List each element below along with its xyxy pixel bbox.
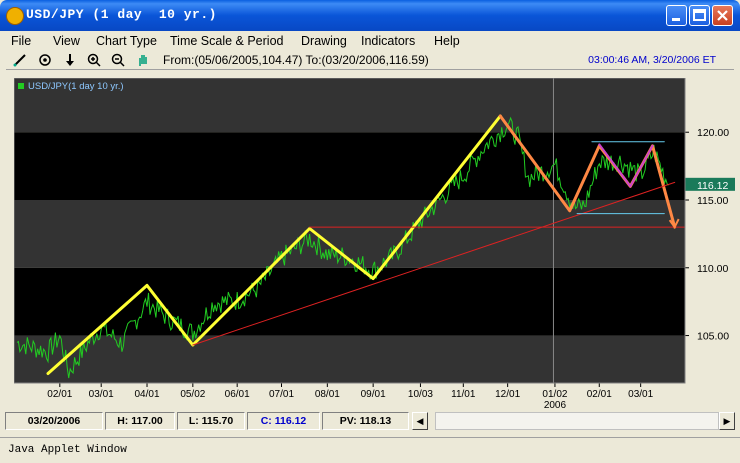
x-tick-label: 09/01: [361, 389, 386, 400]
menu-chart-type[interactable]: Chart Type: [96, 34, 157, 48]
last-price-label: 116.12: [697, 180, 728, 192]
legend-swatch: [18, 83, 24, 89]
status-pv: PV: 118.13: [322, 412, 409, 430]
x-tick-label: 08/01: [315, 389, 340, 400]
status-date: 03/20/2006: [5, 412, 103, 430]
crosshair-icon[interactable]: [37, 52, 53, 68]
x-tick-label: 02/01: [587, 389, 612, 400]
maximize-icon: [693, 9, 706, 21]
menu-bar: File View Chart Type Time Scale & Period…: [0, 31, 740, 51]
menu-help[interactable]: Help: [434, 34, 460, 48]
y-tick-label: 120.00: [697, 127, 729, 139]
window-title: USD/JPY (1 day 10 yr.): [26, 7, 217, 22]
scroll-right-button[interactable]: ▶: [719, 412, 735, 430]
status-bar: 03/20/2006 H: 117.00 L: 115.70 C: 116.12…: [5, 412, 735, 430]
chart-band: [14, 132, 685, 200]
pan-hand-icon[interactable]: [135, 52, 151, 68]
toolbar: From:(05/06/2005,104.47) To:(03/20/2006,…: [6, 51, 734, 70]
x-tick-label: 11/01: [451, 389, 476, 400]
menu-time-scale-period[interactable]: Time Scale & Period: [170, 34, 283, 48]
applet-status-bar: Java Applet Window: [0, 437, 740, 463]
status-close: C: 116.12: [247, 412, 320, 430]
x-tick-label: 06/01: [225, 389, 250, 400]
minimize-button[interactable]: [666, 5, 687, 26]
price-chart[interactable]: 105.00 110.00 115.00 120.00 02/01 03/01 04/01 0…: [14, 78, 738, 408]
scroll-left-button[interactable]: ◀: [412, 412, 428, 430]
x-tick-label: 03/01: [89, 389, 114, 400]
applet-label: Java Applet Window: [8, 444, 127, 456]
timestamp: 03:00:46 AM, 3/20/2006 ET: [588, 54, 716, 66]
minimize-icon: [672, 18, 680, 21]
down-arrow-icon[interactable]: [62, 52, 78, 68]
menu-indicators[interactable]: Indicators: [361, 34, 415, 48]
menu-file[interactable]: File: [11, 34, 31, 48]
y-tick-label: 105.00: [697, 331, 729, 343]
menu-view[interactable]: View: [53, 34, 80, 48]
title-bar: USD/JPY (1 day 10 yr.): [0, 0, 740, 31]
chart-band: [14, 335, 685, 383]
menu-drawing[interactable]: Drawing: [301, 34, 347, 48]
zoom-in-icon[interactable]: [86, 52, 102, 68]
chart-band: [14, 200, 685, 268]
chart-band: [14, 267, 685, 336]
x-tick-label: 12/01: [495, 389, 520, 400]
range-readout: From:(05/06/2005,104.47) To:(03/20/2006,…: [163, 53, 429, 67]
y-tick-label: 115.00: [697, 195, 728, 207]
x-tick-label: 10/03: [408, 389, 433, 400]
maximize-button[interactable]: [689, 5, 710, 26]
x-tick-label: 03/01: [628, 389, 653, 400]
close-icon: [717, 10, 728, 21]
x-tick-label: 05/02: [180, 389, 205, 400]
status-high: H: 117.00: [105, 412, 175, 430]
chart-legend: USD/JPY(1 day 10 yr.): [28, 81, 124, 92]
x-year-label: 2006: [544, 400, 567, 408]
x-tick-label: 01/02: [542, 389, 567, 400]
x-tick-label: 04/01: [135, 389, 160, 400]
y-tick-label: 110.00: [697, 263, 728, 275]
x-tick-label: 07/01: [269, 389, 294, 400]
zoom-out-icon[interactable]: [110, 52, 126, 68]
java-app-icon: [6, 7, 24, 25]
close-button[interactable]: [712, 5, 733, 26]
x-tick-label: 02/01: [47, 389, 72, 400]
horizontal-scrollbar[interactable]: [435, 412, 719, 430]
status-low: L: 115.70: [177, 412, 245, 430]
line-draw-icon[interactable]: [12, 52, 28, 68]
